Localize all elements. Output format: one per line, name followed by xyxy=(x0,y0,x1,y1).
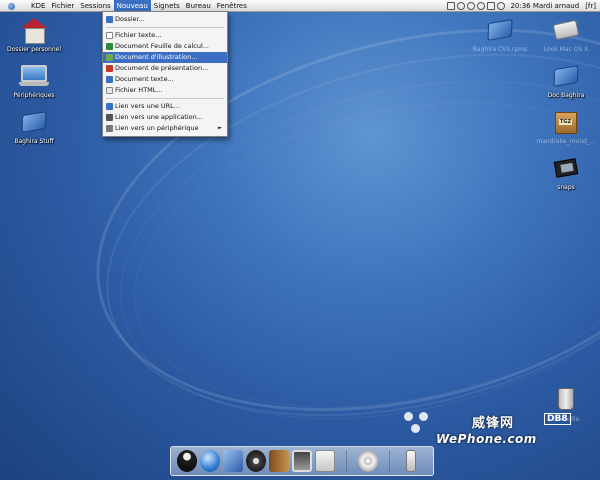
cd-icon[interactable] xyxy=(358,450,378,472)
device-icon xyxy=(106,125,113,132)
usb-drive-icon[interactable] xyxy=(406,450,416,472)
new-illustration-item[interactable]: Document d'illustration... xyxy=(103,52,227,63)
desktop-icon-snaps[interactable]: snaps xyxy=(534,154,598,191)
new-menu-dropdown: Dossier... Fichier texte... Document Feu… xyxy=(102,11,228,137)
home-folder-icon xyxy=(19,16,49,44)
folder-icon xyxy=(485,16,515,44)
system-tray: 20:36 Mardi arnaud [fr] xyxy=(447,0,600,12)
folder-icon xyxy=(19,108,49,136)
menu-bureau[interactable]: Bureau xyxy=(183,0,214,12)
application-icon xyxy=(106,114,113,121)
drive-icon xyxy=(551,16,581,44)
menu-kde[interactable]: KDE xyxy=(28,0,48,12)
film-reel-icon[interactable] xyxy=(246,450,266,472)
new-html-file-item[interactable]: Fichier HTML... xyxy=(103,85,227,96)
new-presentation-item[interactable]: Document de présentation... xyxy=(103,63,227,74)
network-icon[interactable] xyxy=(467,2,476,10)
power-icon[interactable] xyxy=(497,2,506,10)
desktop-icon-devices[interactable]: Périphériques xyxy=(2,62,66,99)
menu-bar: KDE Fichier Sessions Nouveau Signets Bur… xyxy=(0,0,600,12)
new-app-link-item[interactable]: Lien vers une application... xyxy=(103,112,227,123)
folder-icon xyxy=(106,16,113,23)
menu-fichier[interactable]: Fichier xyxy=(48,0,77,12)
desktop-icon-mandrake-package[interactable]: TGZ mandrake_round_... xyxy=(534,108,598,145)
menu-separator xyxy=(106,98,224,99)
text-document-icon xyxy=(106,76,113,83)
text-file-icon xyxy=(106,32,113,39)
preview-icon[interactable] xyxy=(315,450,335,472)
photo-icon[interactable] xyxy=(292,450,312,472)
desktop-icon-home[interactable]: Dossier personnel xyxy=(2,16,66,53)
spreadsheet-icon xyxy=(106,43,113,50)
illustration-icon xyxy=(106,54,113,61)
clipboard-icon[interactable] xyxy=(477,2,486,10)
book-icon[interactable] xyxy=(269,450,289,472)
menu-signets[interactable]: Signets xyxy=(151,0,183,12)
desktop-icon-baghira-cvs[interactable]: Baghira CVS.rpms xyxy=(468,16,532,53)
folder-icon xyxy=(551,62,581,90)
menu-nouveau[interactable]: Nouveau xyxy=(113,0,151,12)
html-file-icon xyxy=(106,87,113,94)
weiphone-logo-icon xyxy=(404,412,430,438)
desktop-icon-baghira-stuff[interactable]: Baghira Stuff xyxy=(2,108,66,145)
new-folder-item[interactable]: Dossier... xyxy=(103,14,227,25)
mail-icon[interactable] xyxy=(223,450,243,472)
dock xyxy=(170,446,434,476)
globe-icon[interactable] xyxy=(200,450,220,472)
desktop-icon-look-macos[interactable]: Look Mac OS X xyxy=(534,16,598,53)
keyboard-layout[interactable]: [fr] xyxy=(585,2,596,10)
new-device-link-item[interactable]: Lien vers un périphérique ► xyxy=(103,123,227,134)
dock-separator xyxy=(389,450,390,472)
film-icon xyxy=(551,154,581,182)
menu-fenetres[interactable]: Fenêtres xyxy=(214,0,250,12)
tux-icon[interactable] xyxy=(177,450,197,472)
desktop-icon-doc-baghira[interactable]: Doc Baghira xyxy=(534,62,598,99)
monitor-icon[interactable] xyxy=(447,2,456,10)
clock-user[interactable]: 20:36 Mardi arnaud xyxy=(510,2,579,10)
laptop-icon xyxy=(19,62,49,90)
apple-menu-icon[interactable] xyxy=(6,0,18,12)
menu-separator xyxy=(106,27,224,28)
battery-icon[interactable] xyxy=(487,2,496,10)
dock-separator xyxy=(346,450,347,472)
new-text-document-item[interactable]: Document texte... xyxy=(103,74,227,85)
new-text-file-item[interactable]: Fichier texte... xyxy=(103,30,227,41)
weiphone-watermark: 威锋网 DB8 WePhone.com xyxy=(404,410,574,450)
presentation-icon xyxy=(106,65,113,72)
submenu-arrow-icon: ► xyxy=(218,125,222,131)
new-url-link-item[interactable]: Lien vers une URL... xyxy=(103,101,227,112)
menu-sessions[interactable]: Sessions xyxy=(77,0,113,12)
url-link-icon xyxy=(106,103,113,110)
speaker-icon[interactable] xyxy=(457,2,466,10)
tgz-package-icon: TGZ xyxy=(551,108,581,136)
new-spreadsheet-item[interactable]: Document Feuille de calcul... xyxy=(103,41,227,52)
